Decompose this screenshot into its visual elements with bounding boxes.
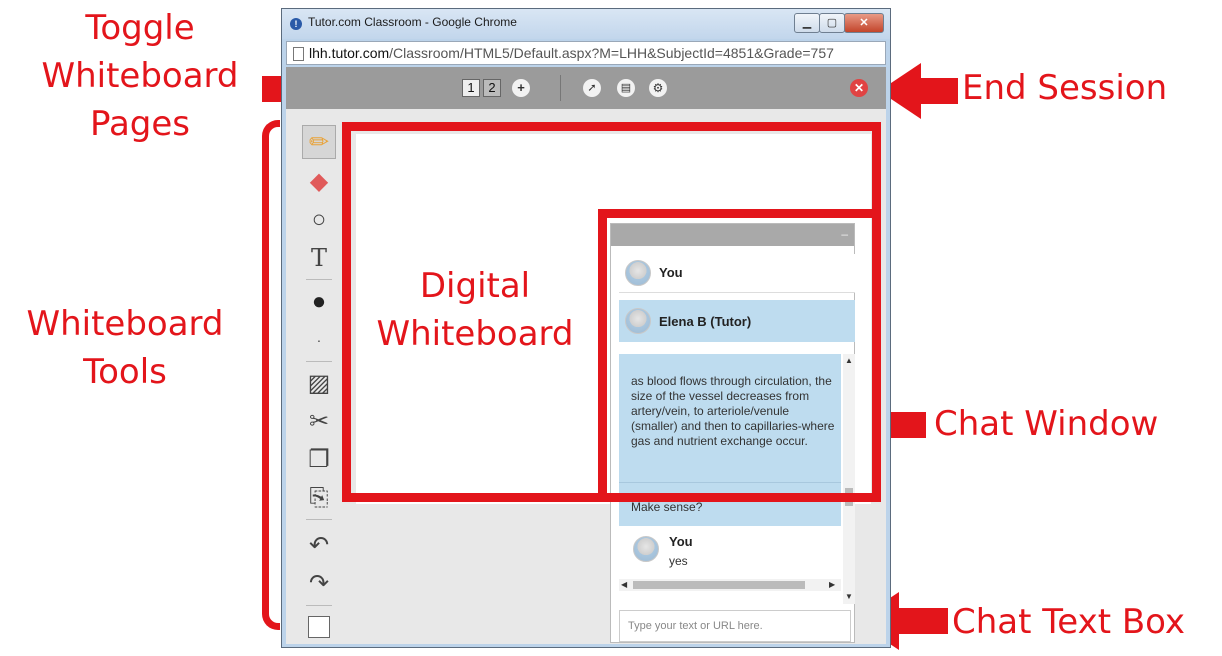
redo-icon[interactable]: ↷ [302,567,336,601]
callout-digital-whiteboard: Digital Whiteboard [376,266,574,354]
tool-divider [306,279,332,280]
brush-size-icon[interactable]: · [302,323,336,357]
page-1-button[interactable]: 1 [462,79,480,97]
window-close-button[interactable]: ✕ [844,13,884,33]
print-icon[interactable]: ▤ [617,79,635,97]
maximize-button[interactable]: ▢ [819,13,845,33]
callout-whiteboard-tools: Whiteboard Tools [26,304,224,392]
tools-bracket [262,120,280,630]
page-icon [293,47,304,61]
url-text: lhh.tutor.com/Classroom/HTML5/Default.as… [309,45,834,61]
callout-chat-text-box: Chat Text Box [952,602,1186,642]
copy-icon[interactable]: ❐ [302,443,336,477]
undo-icon[interactable]: ↶ [302,529,336,563]
address-bar[interactable]: lhh.tutor.com/Classroom/HTML5/Default.as… [286,41,886,65]
tool-divider [306,361,332,362]
insert-image-icon[interactable]: ▨ [302,367,336,401]
shape-circle-tool-icon[interactable]: ○ [302,203,336,237]
hscroll-thumb[interactable] [633,581,805,589]
callout-end-session: End Session [962,68,1168,108]
app-icon: ! [290,18,302,30]
text-tool-icon[interactable]: T [302,241,336,275]
minimize-button[interactable]: ▁ [794,13,820,33]
tool-divider [306,605,332,606]
chat-message: Make sense? [631,500,703,514]
reply-name: You [669,534,693,549]
toolbar-divider [560,75,561,101]
reply-text: yes [669,554,688,568]
paste-icon[interactable]: ⎘ [302,481,336,515]
callout-chat-window: Chat Window [934,404,1159,444]
background-color-icon[interactable] [302,609,336,643]
scroll-left-icon[interactable]: ◀ [621,580,627,589]
chat-horizontal-scrollbar[interactable]: ◀ ▶ [619,579,841,591]
window-title: Tutor.com Classroom - Google Chrome [308,15,517,29]
tool-divider [306,519,332,520]
page-2-button[interactable]: 2 [483,79,501,97]
pencil-tool-icon[interactable]: ✏ [302,125,336,159]
scroll-right-icon[interactable]: ▶ [829,580,835,589]
chat-reply: You yes [619,526,841,576]
avatar [633,536,659,562]
settings-gear-icon[interactable]: ⚙ [649,79,667,97]
end-session-button[interactable]: ✕ [850,79,868,97]
share-icon[interactable]: ➚ [583,79,601,97]
scroll-down-icon[interactable]: ▼ [845,592,853,601]
color-palette-icon[interactable]: ● [302,285,336,319]
callout-toggle-whiteboard-pages: Toggle Whiteboard Pages [41,8,239,144]
classroom-toolbar: 1 2 + ➚ ▤ ⚙ ✕ [286,67,886,109]
chat-text-input[interactable]: Type your text or URL here. [619,610,851,642]
add-page-button[interactable]: + [512,79,530,97]
title-bar: ! Tutor.com Classroom - Google Chrome ▁ … [282,9,890,39]
chat-overlap-line [598,209,881,218]
cut-scissors-icon[interactable]: ✂ [302,405,336,439]
eraser-tool-icon[interactable]: ◆ [302,165,336,199]
